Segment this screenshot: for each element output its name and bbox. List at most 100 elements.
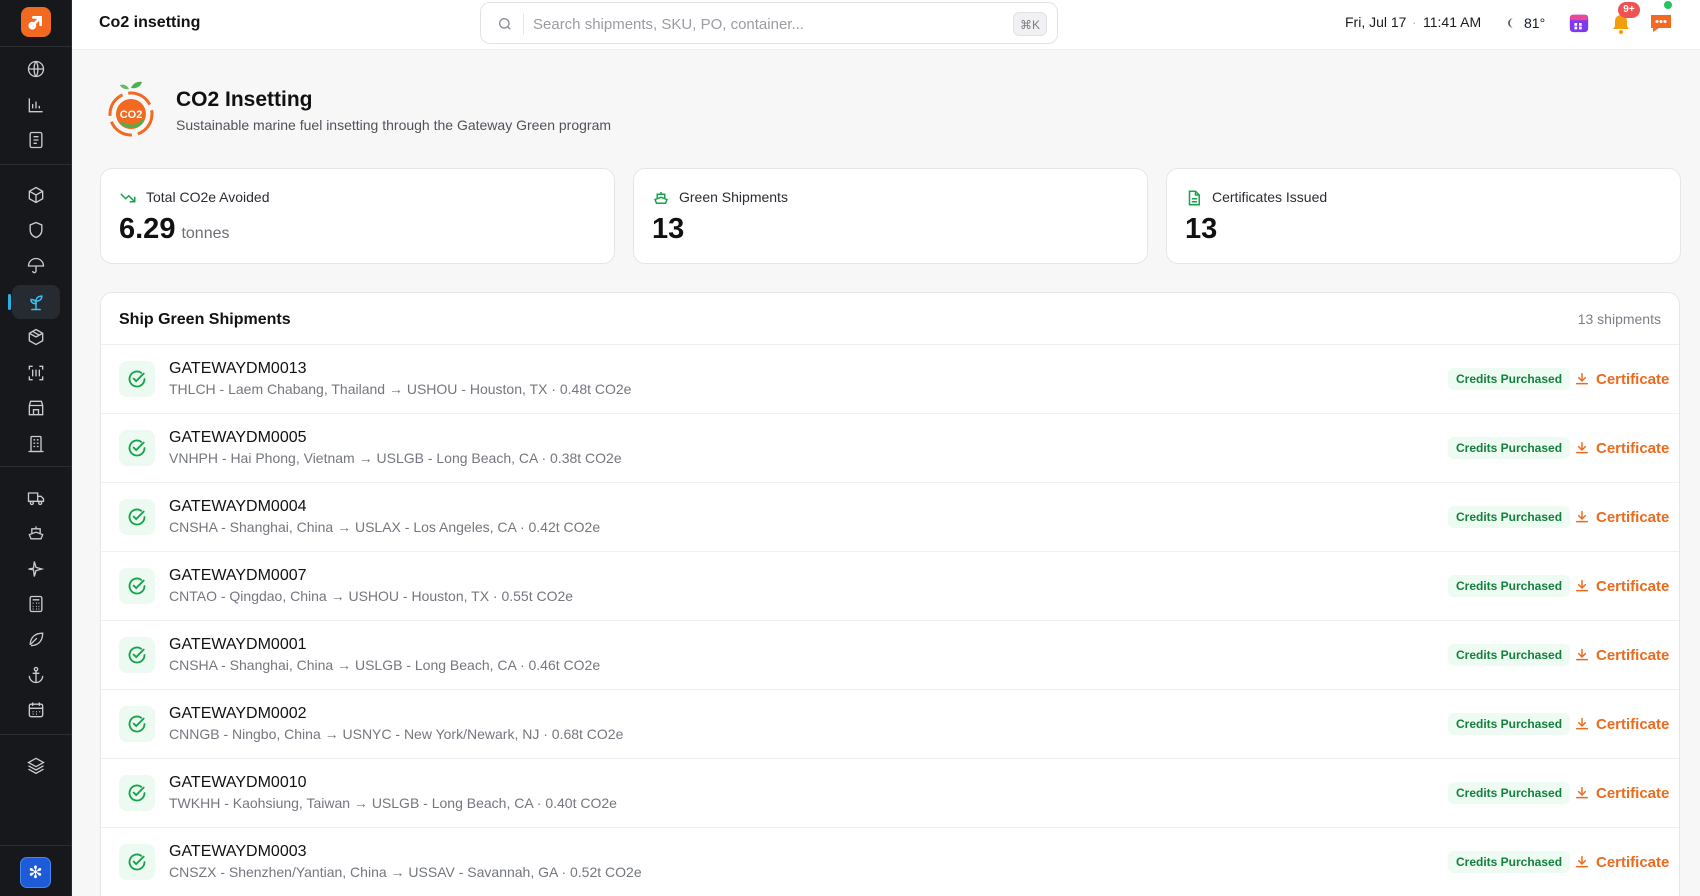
calendar-app-icon[interactable] [1568, 12, 1590, 34]
calculator-icon[interactable] [12, 587, 60, 621]
shipments-panel: Ship Green Shipments 13 shipments GATEWA… [100, 292, 1680, 896]
certificate-download-button[interactable]: Certificate [1574, 436, 1669, 460]
panel-header: Ship Green Shipments 13 shipments [101, 293, 1679, 345]
certificate-download-button[interactable]: Certificate [1574, 505, 1669, 529]
shipment-row[interactable]: GATEWAYDM0003 CNSZX - Shenzhen/Yantian, C… [101, 828, 1679, 896]
stat-unit: tonnes [181, 225, 230, 242]
stat-label: Certificates Issued [1212, 189, 1328, 205]
status-badge: Credits Purchased [1448, 644, 1571, 666]
check-circle-icon [119, 430, 155, 466]
temperature: 81° [1524, 15, 1546, 31]
download-icon [1575, 510, 1589, 523]
app-root: ✻ Co2 insetting ⌘K Fri, Jul 17 · 11:41 A… [0, 0, 1700, 896]
download-icon [1575, 372, 1589, 385]
weather-moon-icon [1508, 18, 1513, 28]
shipment-id[interactable]: GATEWAYDM0007 [169, 567, 307, 585]
shipment-id[interactable]: GATEWAYDM0001 [169, 636, 307, 654]
certificate-label: Certificate [1596, 853, 1670, 871]
check-circle-icon [119, 844, 155, 880]
status-badge: Credits Purchased [1448, 713, 1571, 735]
building-icon[interactable] [12, 427, 60, 461]
bar-chart-icon[interactable] [12, 88, 60, 122]
download-icon [1575, 717, 1589, 730]
stat-card-certificates: Certificates Issued 13 [1166, 168, 1681, 264]
current-date: Fri, Jul 17 [1345, 14, 1407, 30]
stat-card-co2-avoided: Total CO2e Avoided 6.29 tonnes [100, 168, 615, 264]
plane-icon[interactable] [12, 552, 60, 586]
globe-icon[interactable] [12, 52, 60, 86]
calendar-icon[interactable] [12, 693, 60, 727]
status-badge: Credits Purchased [1448, 782, 1571, 804]
stat-value: 13 [652, 213, 685, 245]
ship-icon [654, 192, 668, 204]
page-subtitle: Sustainable marine fuel insetting throug… [176, 117, 612, 133]
search-icon [499, 18, 511, 30]
shipment-id[interactable]: GATEWAYDM0010 [169, 774, 307, 792]
ai-assistant-button[interactable]: ✻ [20, 857, 51, 888]
umbrella-icon[interactable] [12, 249, 60, 283]
document-icon[interactable] [12, 123, 60, 157]
panel-title: Ship Green Shipments [119, 311, 291, 328]
shipment-route: CNSHA - Shanghai, China → USLGB - Long B… [169, 657, 601, 673]
search-input[interactable] [533, 12, 973, 36]
search-bar[interactable]: ⌘K [480, 2, 1058, 44]
leaf-icon[interactable] [12, 622, 60, 656]
check-circle-icon [119, 637, 155, 673]
trending-down-icon [120, 193, 136, 203]
current-time: 11:41 AM [1423, 14, 1482, 30]
anchor-icon[interactable] [12, 658, 60, 692]
certificate-label: Certificate [1596, 439, 1670, 457]
certificate-download-button[interactable]: Certificate [1574, 850, 1669, 874]
ship-icon[interactable] [12, 516, 60, 550]
shipment-route: TWKHH - Kaohsiung, Taiwan → USLGB - Long… [169, 795, 617, 811]
chat-icon[interactable] [1648, 11, 1674, 35]
sidebar-divider [0, 734, 72, 735]
layers-icon[interactable] [12, 748, 60, 782]
store-icon[interactable] [12, 391, 60, 425]
shipment-id[interactable]: GATEWAYDM0003 [169, 843, 307, 861]
truck-icon[interactable] [12, 481, 60, 515]
box-icon[interactable] [12, 178, 60, 212]
brand-logo[interactable] [21, 7, 51, 37]
check-circle-icon [119, 361, 155, 397]
shipment-row[interactable]: GATEWAYDM0005 VNHPH - Hai Phong, Vietnam … [101, 414, 1679, 483]
shield-icon[interactable] [12, 213, 60, 247]
certificate-download-button[interactable]: Certificate [1574, 781, 1669, 805]
certificate-download-button[interactable]: Certificate [1574, 574, 1669, 598]
shipment-id[interactable]: GATEWAYDM0002 [169, 705, 307, 723]
download-icon [1575, 441, 1589, 454]
page-title: CO2 Insetting [176, 88, 313, 111]
sidebar-divider [0, 466, 72, 467]
status-badge: Credits Purchased [1448, 575, 1571, 597]
sprout-icon[interactable] [8, 285, 60, 319]
shipment-row[interactable]: GATEWAYDM0007 CNTAO - Qingdao, China → US… [101, 552, 1679, 621]
shipment-route: VNHPH - Hai Phong, Vietnam → USLGB - Lon… [169, 450, 622, 466]
certificate-download-button[interactable]: Certificate [1574, 712, 1669, 736]
certificate-label: Certificate [1596, 370, 1670, 388]
package-icon[interactable] [12, 320, 60, 354]
stat-value: 6.29 tonnes [119, 213, 230, 245]
scan-icon[interactable] [12, 356, 60, 390]
shipment-row[interactable]: GATEWAYDM0001 CNSHA - Shanghai, China → U… [101, 621, 1679, 690]
shipment-id[interactable]: GATEWAYDM0005 [169, 429, 307, 447]
file-icon [1188, 190, 1200, 206]
check-circle-icon [119, 775, 155, 811]
shipment-id[interactable]: GATEWAYDM0004 [169, 498, 307, 516]
certificate-label: Certificate [1596, 508, 1670, 526]
certificate-label: Certificate [1596, 646, 1670, 664]
check-circle-icon [119, 499, 155, 535]
shipment-row[interactable]: GATEWAYDM0004 CNSHA - Shanghai, China → U… [101, 483, 1679, 552]
shipment-row[interactable]: GATEWAYDM0010 TWKHH - Kaohsiung, Taiwan →… [101, 759, 1679, 828]
notification-badge: 9+ [1618, 2, 1640, 18]
stat-card-green-shipments: Green Shipments 13 [633, 168, 1148, 264]
search-shortcut-hint: ⌘K [1012, 12, 1047, 36]
topbar: Co2 insetting ⌘K Fri, Jul 17 · 11:41 AM … [72, 0, 1700, 50]
certificate-download-button[interactable]: Certificate [1574, 367, 1669, 391]
certificate-download-button[interactable]: Certificate [1574, 643, 1669, 667]
weather-widget[interactable]: 81° [1504, 12, 1554, 34]
shipment-route: CNSHA - Shanghai, China → USLAX - Los An… [169, 519, 601, 535]
shipment-id[interactable]: GATEWAYDM0013 [169, 360, 307, 378]
shipment-row[interactable]: GATEWAYDM0013 THLCH - Laem Chabang, Thail… [101, 345, 1679, 414]
shipment-row[interactable]: GATEWAYDM0002 CNNGB - Ningbo, China → USN… [101, 690, 1679, 759]
certificate-label: Certificate [1596, 784, 1670, 802]
